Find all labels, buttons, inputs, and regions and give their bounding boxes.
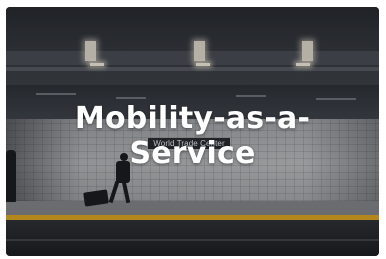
hero-title-line2: Service [129,136,256,171]
hero-title-line1: Mobility-as-a- [74,101,311,136]
hero-title: Mobility-as-a- Service [6,101,379,171]
hero-card[interactable]: World Trade Center Mobility-as-a- Servic… [6,7,379,256]
